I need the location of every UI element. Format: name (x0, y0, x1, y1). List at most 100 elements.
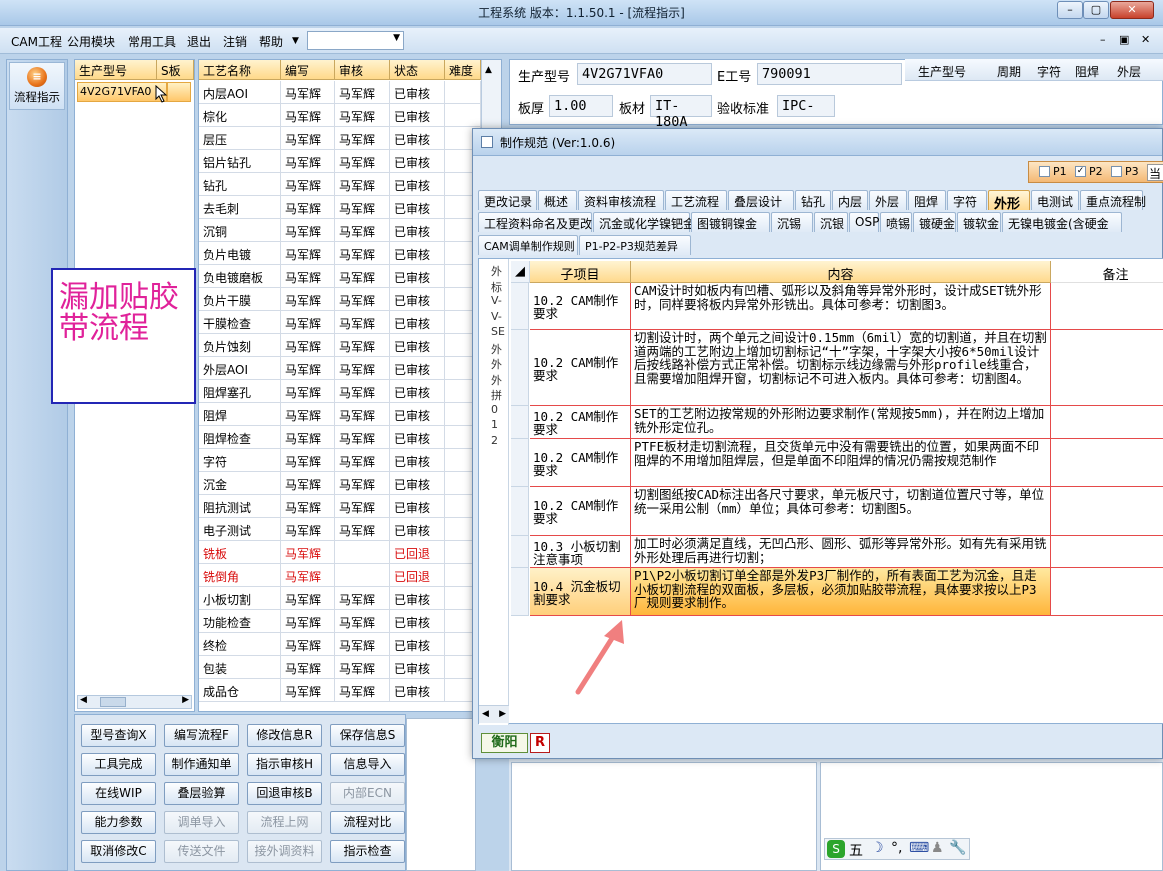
current-button[interactable]: 当 (1147, 164, 1163, 181)
menu-common-module[interactable]: 公用模块 (67, 33, 115, 50)
scroll-thumb[interactable] (100, 697, 126, 707)
table-row[interactable]: 阻焊 马军辉 马军辉 已审核 (199, 403, 481, 426)
menu-logout[interactable]: 注销 (223, 33, 247, 50)
standard-field[interactable]: IPC-601 (777, 95, 835, 117)
model-row-sboard[interactable] (167, 82, 191, 102)
tab-tabs_row2-9[interactable]: 无镍电镀金(含硬金 (1002, 212, 1122, 232)
spec-row[interactable]: 10.3 小板切割注意事项 加工时必须满足直线，无凹凸形、圆形、弧形等异常外形。如… (511, 536, 1163, 568)
tab-tabs_row2-1[interactable]: 沉金或化学镍钯金 (593, 212, 695, 232)
table-row[interactable]: 包装 马军辉 马军辉 已审核 (199, 656, 481, 679)
model-row[interactable]: 4V2G71VFA0 (77, 82, 167, 102)
rh-mask[interactable]: 阻焊 (1075, 63, 1099, 80)
difficulty-header[interactable]: 难度 (445, 60, 481, 80)
outline-item[interactable]: SE (491, 325, 505, 338)
rh-cycle[interactable]: 周期 (997, 63, 1021, 80)
tab-tabs_row1-4[interactable]: 叠层设计 (728, 190, 794, 210)
tab-tabs_row1-9[interactable]: 字符 (947, 190, 987, 210)
rh-model[interactable]: 生产型号 (918, 63, 966, 80)
table-row[interactable]: 阻焊塞孔 马军辉 马军辉 已审核 (199, 380, 481, 403)
spec-row[interactable]: 10.4 沉金板切割要求 P1\P2小板切割订单全部是外发P3厂制作的，所有表面工… (511, 568, 1163, 616)
outline-item[interactable]: 外 (491, 356, 502, 372)
row-indicator[interactable] (511, 330, 529, 406)
tab-tabs_row2-5[interactable]: OSP (849, 212, 879, 232)
flow-indicator-button[interactable]: ≡ 流程指示 (9, 62, 65, 110)
outline-item[interactable]: 外 (491, 372, 502, 388)
tab-tabs_row3-1[interactable]: P1-P2-P3规范差异 (579, 235, 691, 255)
outline-hscrollbar[interactable]: ◀ ▶ (479, 705, 509, 723)
p3-checkbox[interactable] (1111, 166, 1122, 177)
menu-cam[interactable]: CAM工程 (11, 33, 62, 50)
eno-field[interactable]: 790091 (757, 63, 902, 85)
tab-tabs_row2-4[interactable]: 沉银 (814, 212, 848, 232)
tab-tabs_row1-7[interactable]: 外层 (869, 190, 907, 210)
table-row[interactable]: 棕化 马军辉 马军辉 已审核 (199, 104, 481, 127)
table-row[interactable]: 层压 马军辉 马军辉 已审核 (199, 127, 481, 150)
minimize-button[interactable]: – (1057, 1, 1083, 19)
reviewer-header[interactable]: 审核 (335, 60, 390, 80)
table-row[interactable]: 铣板 马军辉 已回退 (199, 541, 481, 564)
table-row[interactable]: 负片电镀 马军辉 马军辉 已审核 (199, 242, 481, 265)
action-button[interactable]: 内部ECN (330, 782, 405, 805)
content-header[interactable]: 内容 (631, 261, 1051, 283)
table-row[interactable]: 字符 马军辉 马军辉 已审核 (199, 449, 481, 472)
outline-item[interactable]: 拼 (491, 387, 502, 403)
table-row[interactable]: 内层AOI 马军辉 马军辉 已审核 (199, 81, 481, 104)
mdi-minimize-button[interactable]: – (1100, 33, 1106, 46)
status-header[interactable]: 状态 (390, 60, 445, 80)
table-row[interactable]: 功能检查 马军辉 马军辉 已审核 (199, 610, 481, 633)
table-row[interactable]: 负片干膜 马军辉 马军辉 已审核 (199, 288, 481, 311)
action-button[interactable]: 调单导入 (164, 811, 239, 834)
table-row[interactable]: 成品仓 马军辉 马军辉 已审核 (199, 679, 481, 702)
action-button[interactable]: 指示检查 (330, 840, 405, 863)
scroll-right-icon[interactable]: ▶ (499, 709, 506, 719)
table-row[interactable]: 终检 马军辉 马军辉 已审核 (199, 633, 481, 656)
menu-help[interactable]: 帮助 (259, 33, 283, 50)
action-button[interactable]: 修改信息R (247, 724, 322, 747)
scroll-up-icon[interactable]: ▲ (485, 65, 492, 75)
action-button[interactable]: 保存信息S (330, 724, 405, 747)
scroll-left-icon[interactable]: ◀ (482, 709, 489, 719)
maximize-button[interactable]: ▢ (1083, 1, 1109, 19)
material-field[interactable]: IT-180A (650, 95, 712, 130)
spec-row[interactable]: 10.2 CAM制作要求 CAM设计时如板内有凹槽、弧形以及斜角等异常外形时，设计… (511, 283, 1163, 330)
rh-outer[interactable]: 外层 (1117, 63, 1141, 80)
tab-tabs_row3-0[interactable]: CAM调单制作规则 (478, 235, 578, 255)
row-indicator[interactable] (511, 568, 529, 616)
action-button[interactable]: 在线WIP (81, 782, 156, 805)
ime-wubi-icon[interactable]: 五 (849, 840, 863, 860)
action-button[interactable]: 回退审核B (247, 782, 322, 805)
table-row[interactable]: 阻抗测试 马军辉 马军辉 已审核 (199, 495, 481, 518)
table-row[interactable]: 电子测试 马军辉 马军辉 已审核 (199, 518, 481, 541)
rh-legend[interactable]: 字符 (1037, 63, 1061, 80)
outline-item[interactable]: 外 (491, 341, 502, 357)
row-indicator[interactable] (511, 487, 529, 536)
p1-checkbox[interactable] (1039, 166, 1050, 177)
ime-user-icon[interactable]: ♟ (931, 840, 944, 856)
tab-tabs_row2-0[interactable]: 工程资料命名及更改 (478, 212, 592, 232)
scroll-right-icon[interactable]: ▶ (182, 695, 189, 705)
outline-item[interactable]: 0 (491, 403, 498, 416)
table-row[interactable]: 负电镀磨板 马军辉 马军辉 已审核 (199, 265, 481, 288)
menu-exit[interactable]: 退出 (187, 33, 211, 50)
outline-item[interactable]: 标 (491, 279, 502, 295)
spec-row[interactable]: 10.2 CAM制作要求 PTFE板材走切割流程，且交货单元中没有需要铣出的位置，… (511, 439, 1163, 487)
menu-combo[interactable]: ▼ (307, 31, 404, 50)
outline-item[interactable]: 外 (491, 263, 502, 279)
tab-tabs_row1-3[interactable]: 工艺流程 (665, 190, 727, 210)
row-indicator[interactable] (511, 536, 529, 568)
action-button[interactable]: 编写流程F (164, 724, 239, 747)
menu-tools[interactable]: 常用工具 (128, 33, 176, 50)
outline-item[interactable]: 1 (491, 418, 498, 431)
tab-tabs_row2-8[interactable]: 镀软金 (957, 212, 1001, 232)
process-name-header[interactable]: 工艺名称 (199, 60, 281, 80)
table-row[interactable]: 沉铜 马军辉 马军辉 已审核 (199, 219, 481, 242)
tab-tabs_row2-6[interactable]: 喷锡 (880, 212, 912, 232)
ime-toolbar[interactable]: S 五 ☽ °, ⌨ ♟ 🔧 (824, 838, 970, 860)
table-row[interactable]: 钻孔 马军辉 马军辉 已审核 (199, 173, 481, 196)
ime-keyboard-icon[interactable]: ⌨ (909, 840, 929, 856)
tab-tabs_row2-7[interactable]: 镀硬金 (913, 212, 956, 232)
s-board-header[interactable]: S板 (157, 60, 194, 80)
tab-tabs_row1-10[interactable]: 外形 (988, 190, 1030, 212)
table-row[interactable]: 去毛刺 马军辉 马军辉 已审核 (199, 196, 481, 219)
outline-item[interactable]: 2 (491, 434, 498, 447)
